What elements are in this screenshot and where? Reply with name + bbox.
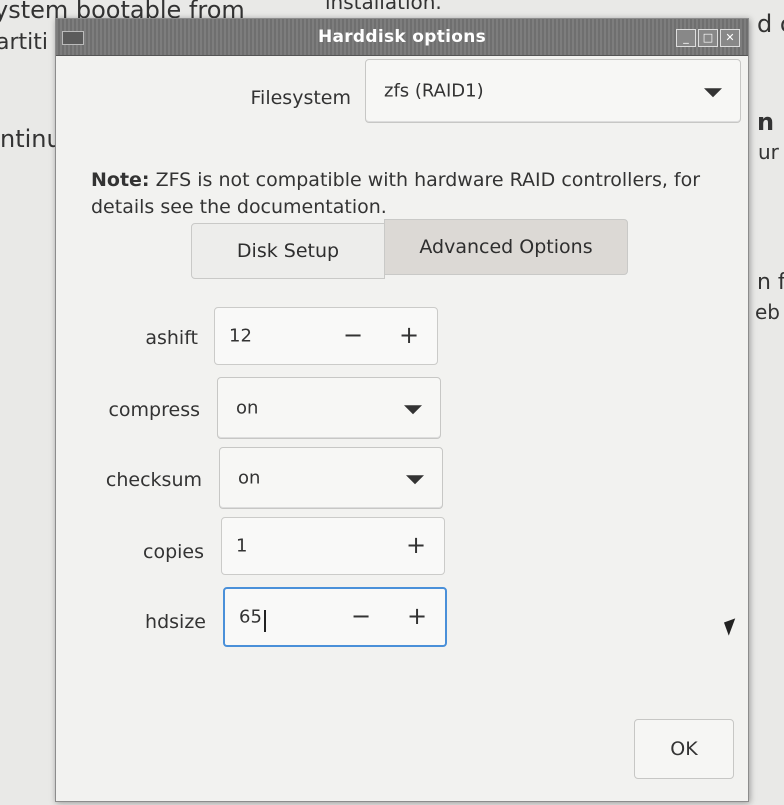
copies-increment-button[interactable]: + [388,518,444,574]
checksum-select[interactable]: on [219,447,443,509]
background-text-2: installation. [325,0,442,14]
compress-value: on [236,397,259,419]
ashift-spinbox[interactable]: 12 − + [214,307,438,365]
ashift-decrement-button[interactable]: − [325,308,381,364]
background-text-5: ntinu [0,125,62,153]
close-icon[interactable]: ✕ [720,29,740,47]
copies-value[interactable]: 1 [236,536,247,557]
compress-select[interactable]: on [217,377,441,439]
checksum-label: checksum [105,469,202,491]
title-bar[interactable]: Harddisk options _ □ ✕ [56,19,748,56]
ashift-increment-button[interactable]: + [381,308,437,364]
hdsize-increment-button[interactable]: + [389,589,445,645]
hdsize-decrement-button[interactable]: − [333,589,389,645]
ashift-value[interactable]: 12 [229,326,252,347]
dropdown-arrow-icon [404,405,422,415]
hdsize-value[interactable]: 65 [239,607,262,628]
filesystem-select[interactable]: zfs (RAID1) [365,59,741,123]
ok-button[interactable]: OK [634,719,734,779]
background-text-3: artiti [0,30,49,55]
copies-label: copies [143,541,204,563]
hdsize-spinbox[interactable]: 65 − + [223,587,447,647]
dropdown-arrow-icon [704,88,722,98]
window-title: Harddisk options [317,27,487,47]
ashift-label: ashift [145,327,198,349]
checksum-value: on [238,467,261,489]
dropdown-arrow-icon [406,475,424,485]
filesystem-value: zfs (RAID1) [384,80,484,102]
note-label: Note: [91,169,150,191]
text-caret [264,610,266,632]
tab-advanced-options[interactable]: Advanced Options [384,219,628,275]
harddisk-options-dialog: Harddisk options _ □ ✕ Filesystem zfs (R… [55,18,749,802]
note-body: ZFS is not compatible with hardware RAID… [91,169,701,218]
maximize-icon[interactable]: □ [698,29,718,47]
background-text-7: ur [758,140,779,164]
minimize-icon[interactable]: _ [676,29,696,47]
tab-disk-setup[interactable]: Disk Setup [191,223,385,279]
hdsize-label: hdsize [145,611,206,633]
background-text-4: d c [757,10,784,38]
note-text: Note: ZFS is not compatible with hardwar… [91,167,741,221]
background-text-8: n f [757,270,784,295]
background-text-9: eb [755,300,780,324]
compress-label: compress [108,399,200,421]
background-text-6: n [757,108,775,136]
copies-spinbox[interactable]: 1 + [221,517,445,575]
filesystem-label: Filesystem [250,87,351,109]
